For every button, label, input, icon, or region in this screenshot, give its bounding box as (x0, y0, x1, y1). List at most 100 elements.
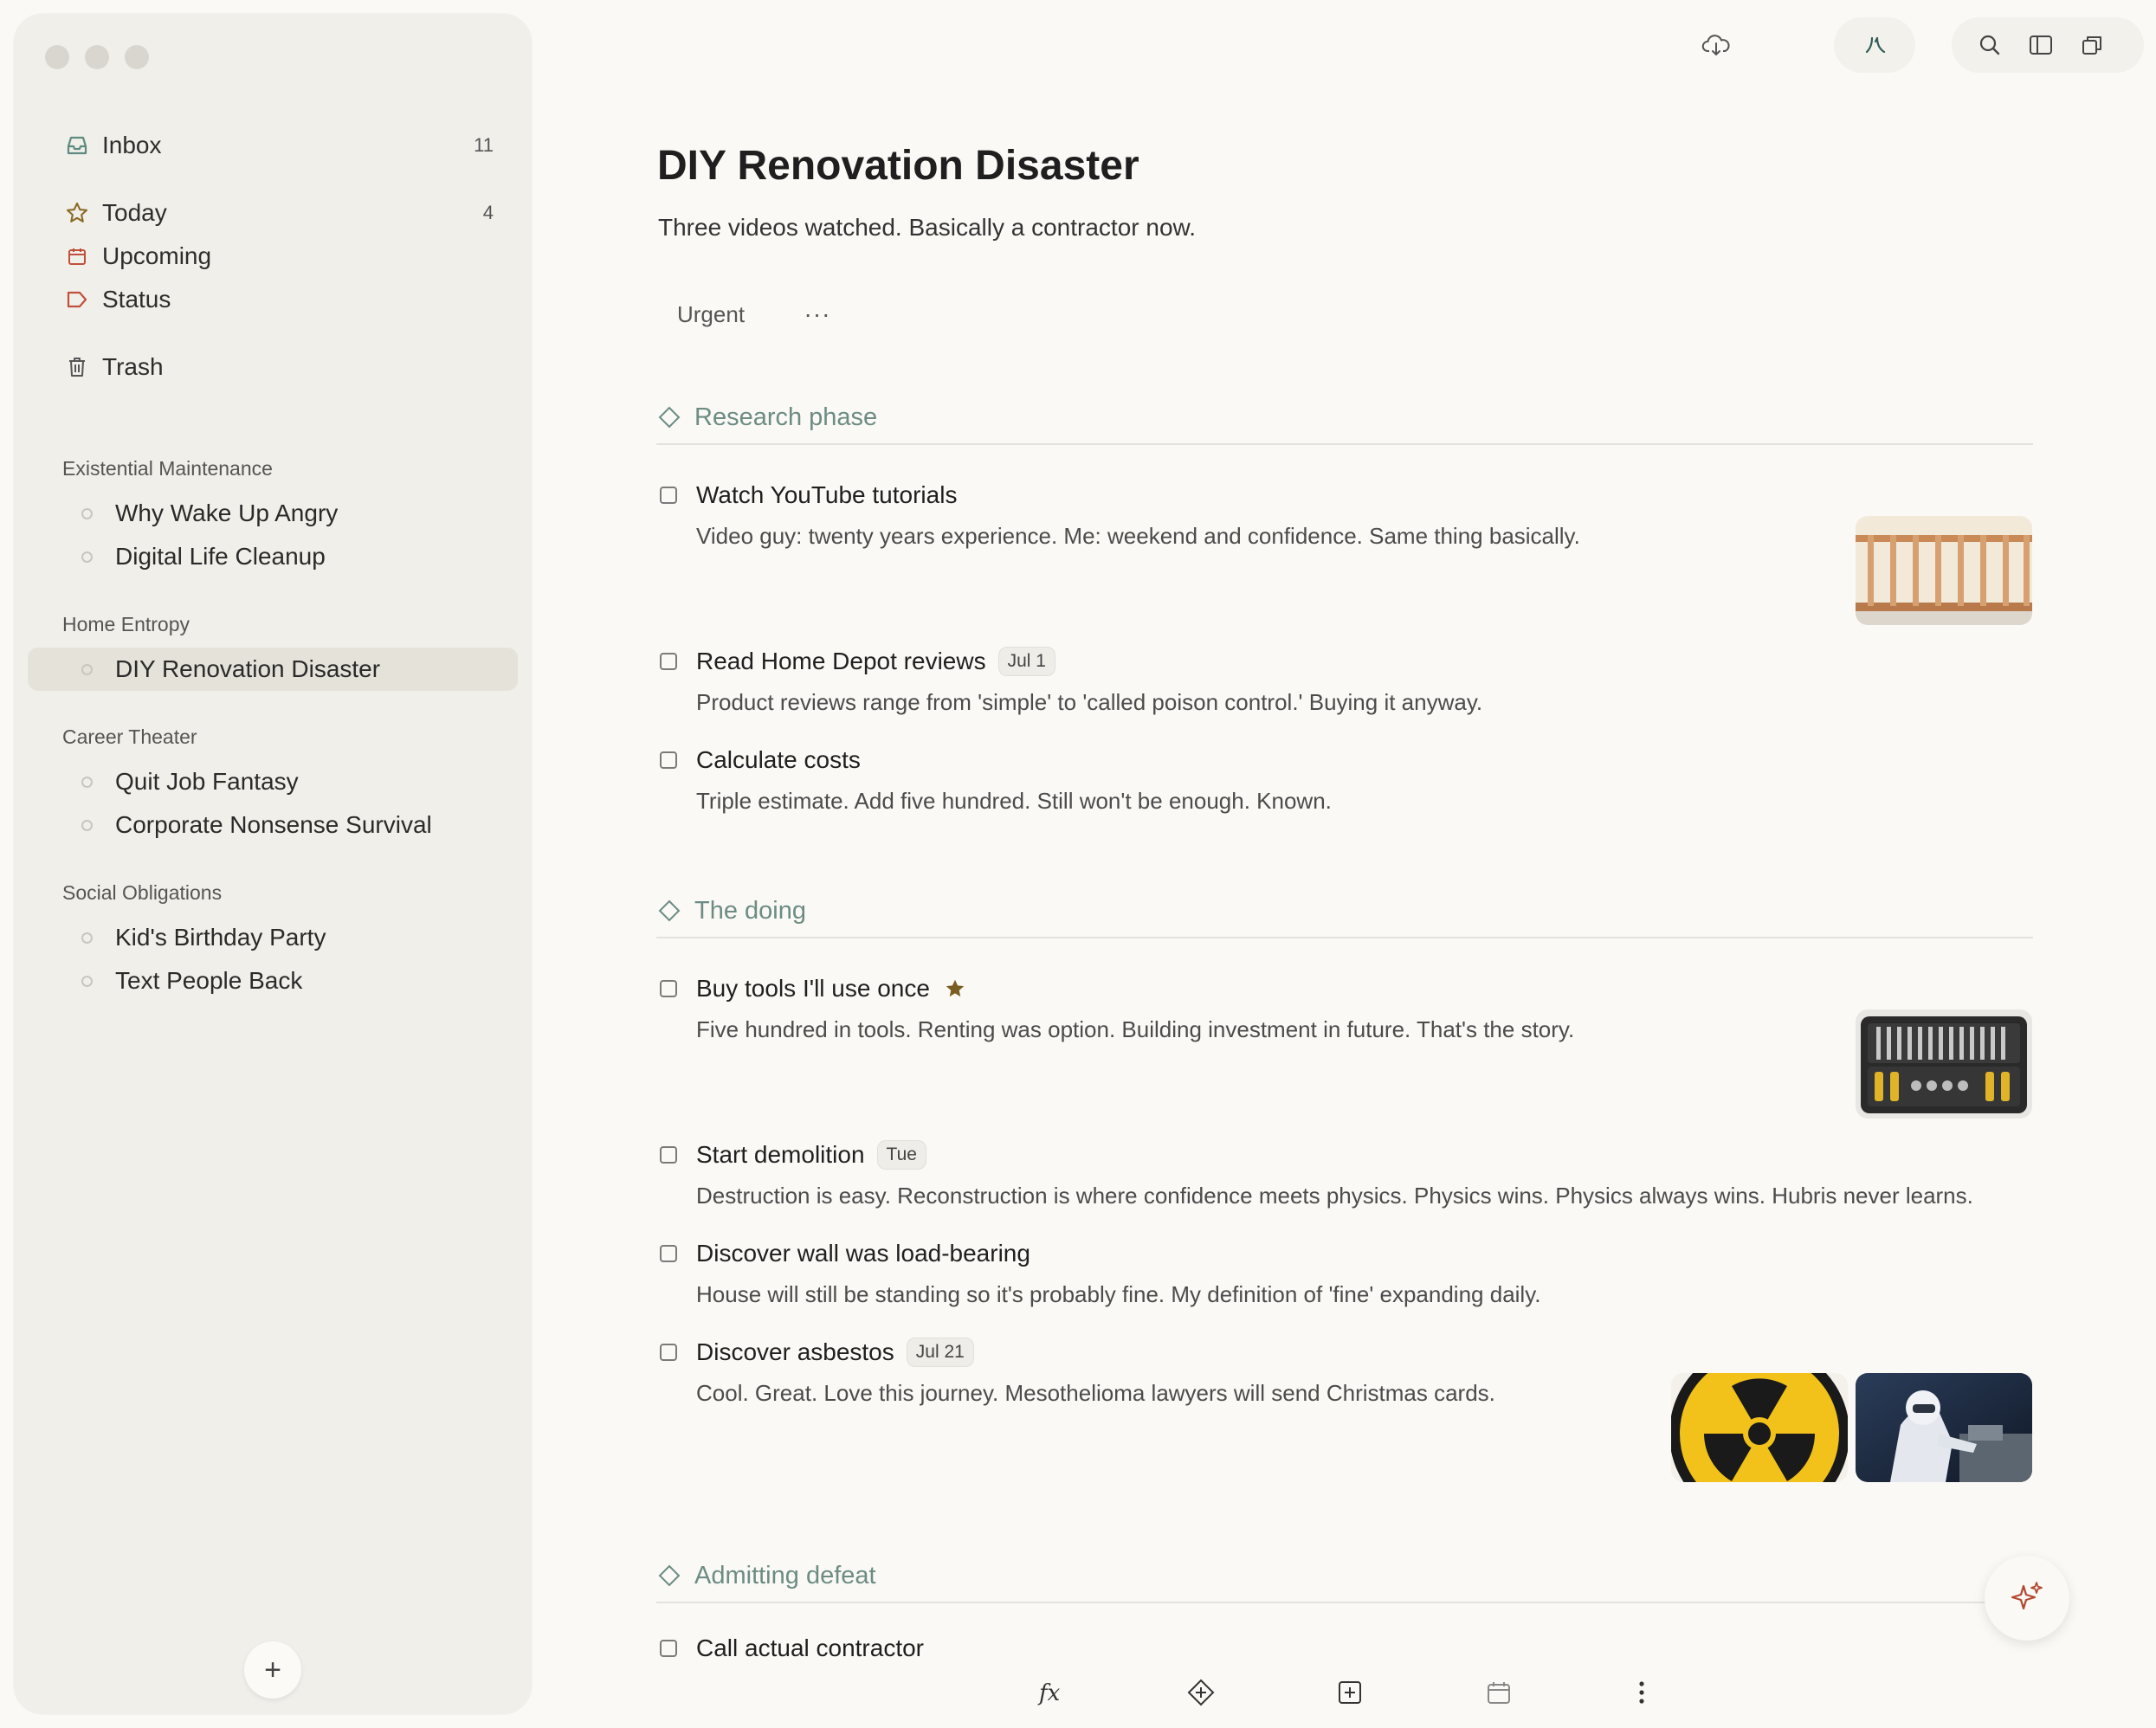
close-window-button[interactable] (45, 45, 69, 69)
project-label: Text People Back (115, 967, 303, 994)
section-title: Admitting defeat (694, 1561, 876, 1589)
sidebar-item-inbox[interactable]: Inbox 11 (61, 125, 494, 166)
task-checkbox[interactable] (660, 1245, 677, 1262)
page-title: DIY Renovation Disaster (657, 143, 1139, 189)
task-checkbox[interactable] (660, 751, 677, 769)
task-title: Buy tools I'll use once (696, 975, 930, 1002)
app-window: Inbox 11 Today 4 Upcoming Status Trash E… (0, 0, 2156, 1728)
sidebar-project-why-wake-up-angry[interactable]: Why Wake Up Angry (28, 492, 518, 535)
task-row[interactable]: Read Home Depot reviews Jul 1 (660, 644, 1055, 679)
project-circle-icon (81, 663, 93, 675)
task-checkbox[interactable] (660, 653, 677, 670)
project-circle-icon (81, 819, 93, 831)
task-note: Product reviews range from 'simple' to '… (696, 689, 1483, 715)
task-title: Read Home Depot reviews (696, 648, 986, 674)
project-label: DIY Renovation Disaster (115, 655, 381, 682)
sidebar-item-status[interactable]: Status (61, 279, 494, 320)
more-vertical-icon[interactable] (1620, 1671, 1663, 1714)
task-checkbox[interactable] (660, 1344, 677, 1361)
more-options-button[interactable]: ··· (800, 294, 835, 334)
add-section-icon[interactable] (1179, 1671, 1223, 1714)
sidebar-project-diy-renovation-disaster[interactable]: DIY Renovation Disaster (28, 648, 518, 691)
calendar-icon[interactable] (1477, 1671, 1520, 1714)
due-date-badge[interactable]: Tue (876, 1140, 926, 1170)
search-icon[interactable] (1964, 19, 2016, 71)
radiation-symbol-image[interactable] (1671, 1373, 1848, 1482)
task-note: Destruction is easy. Reconstruction is w… (696, 1183, 1973, 1209)
project-circle-icon (81, 507, 93, 519)
minimize-window-button[interactable] (85, 45, 109, 69)
trash-icon (61, 351, 94, 384)
sidebar-project-kids-birthday-party[interactable]: Kid's Birthday Party (28, 916, 518, 959)
task-note: Five hundred in tools. Renting was optio… (696, 1016, 1575, 1042)
section-title: The doing (694, 896, 806, 925)
project-group-label: Social Obligations (62, 881, 223, 904)
section-header-admitting-defeat[interactable]: Admitting defeat (656, 1550, 2033, 1603)
project-circle-icon (81, 932, 93, 944)
toolkit-image[interactable] (1856, 1009, 2032, 1119)
project-subtitle[interactable]: Three videos watched. Basically a contra… (658, 214, 1196, 242)
project-label: Why Wake Up Angry (115, 500, 339, 526)
task-note: Cool. Great. Love this journey. Mesothel… (696, 1380, 1495, 1406)
bottom-toolbar (0, 1645, 2156, 1728)
sidebar-item-upcoming[interactable]: Upcoming (61, 235, 494, 277)
task-title: Start demolition (696, 1141, 865, 1168)
task-row[interactable]: Start demolition Tue (660, 1138, 926, 1172)
project-group-label: Career Theater (62, 725, 197, 748)
task-title: Calculate costs (696, 746, 861, 773)
sidebar-project-digital-life-cleanup[interactable]: Digital Life Cleanup (28, 535, 518, 578)
hazmat-worker-image[interactable] (1856, 1373, 2032, 1482)
sidebar-project-corporate-nonsense-survival[interactable]: Corporate Nonsense Survival (28, 803, 518, 847)
task-checkbox[interactable] (660, 1146, 677, 1164)
wall-framing-image[interactable] (1856, 516, 2032, 625)
diamond-icon (656, 404, 682, 430)
task-title: Watch YouTube tutorials (696, 481, 958, 508)
inbox-count: 11 (474, 134, 494, 156)
cloud-sync-icon[interactable] (1690, 19, 1742, 71)
diamond-icon (656, 1563, 682, 1589)
task-row[interactable]: Watch YouTube tutorials (660, 478, 957, 513)
formula-icon[interactable]: fx (1030, 1671, 1074, 1714)
sidebar-toggle-icon[interactable] (2015, 19, 2067, 71)
project-label: Digital Life Cleanup (115, 543, 326, 570)
sidebar-item-label: Trash (102, 353, 164, 380)
sidebar-project-text-people-back[interactable]: Text People Back (28, 959, 518, 1003)
urgent-tag[interactable]: Urgent (656, 294, 765, 334)
sidebar-project-quit-job-fantasy[interactable]: Quit Job Fantasy (28, 760, 518, 803)
starred-icon[interactable] (944, 977, 966, 1000)
task-note: Video guy: twenty years experience. Me: … (696, 523, 1580, 549)
project-label: Quit Job Fantasy (115, 768, 299, 795)
sidebar-item-trash[interactable]: Trash (61, 346, 494, 388)
today-count: 4 (482, 202, 494, 223)
sidebar-item-label: Today (102, 199, 167, 226)
section-header-research-phase[interactable]: Research phase (656, 391, 2033, 445)
sidebar: Inbox 11 Today 4 Upcoming Status Trash E… (14, 14, 532, 1714)
section-header-the-doing[interactable]: The doing (656, 885, 2033, 938)
sidebar-item-today[interactable]: Today 4 (61, 192, 494, 234)
sidebar-item-label: Upcoming (102, 242, 212, 269)
sparkles-icon (2011, 1582, 2043, 1610)
diamond-icon (656, 898, 682, 924)
project-group-label: Existential Maintenance (62, 457, 273, 480)
task-row[interactable]: Discover wall was load-bearing (660, 1236, 1030, 1271)
task-checkbox[interactable] (660, 980, 677, 997)
window-controls (45, 45, 149, 69)
task-note: Triple estimate. Add five hundred. Still… (696, 788, 1332, 814)
tag-icon (61, 283, 94, 316)
section-title: Research phase (694, 403, 878, 431)
task-checkbox[interactable] (660, 487, 677, 504)
zoom-window-button[interactable] (125, 45, 149, 69)
calendar-icon (61, 240, 94, 273)
task-row[interactable]: Discover asbestos Jul 21 (660, 1335, 974, 1370)
project-label: Corporate Nonsense Survival (115, 811, 432, 838)
due-date-badge[interactable]: Jul 21 (906, 1338, 974, 1367)
add-task-icon[interactable] (1328, 1671, 1372, 1714)
task-row[interactable]: Calculate costs (660, 743, 861, 777)
due-date-badge[interactable]: Jul 1 (997, 647, 1055, 676)
task-row[interactable]: Buy tools I'll use once (660, 971, 966, 1006)
project-circle-icon (81, 776, 93, 788)
window-icon[interactable] (2066, 19, 2118, 71)
task-note: House will still be standing so it's pro… (696, 1281, 1541, 1307)
ai-assistant-button[interactable] (1985, 1556, 2069, 1641)
assistant-icon[interactable] (1849, 19, 1901, 71)
